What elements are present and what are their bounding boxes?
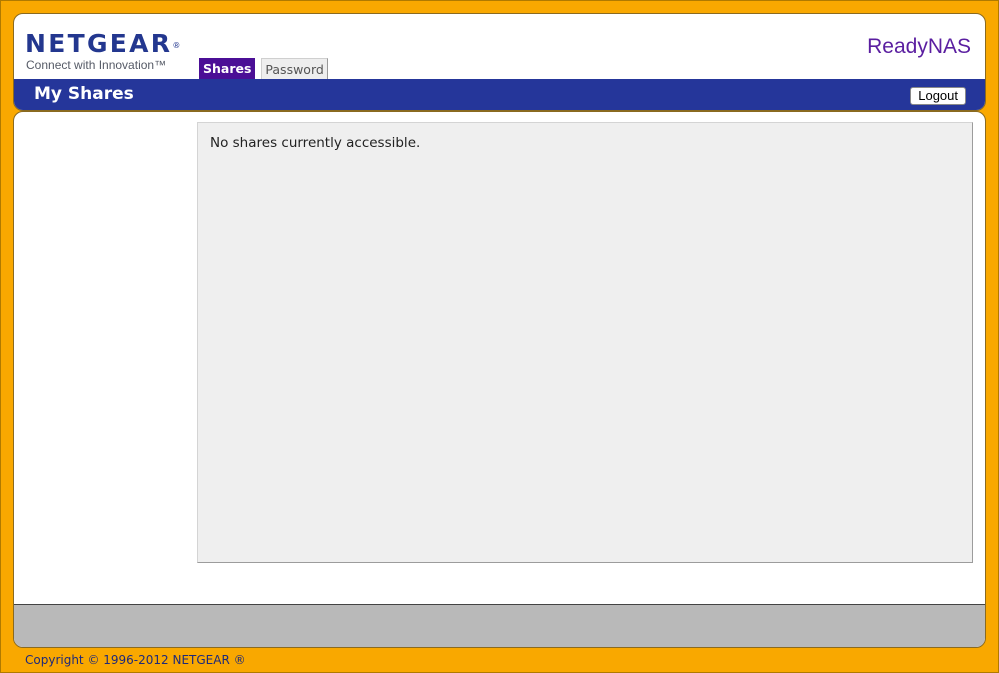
tab-password[interactable]: Password (261, 58, 328, 79)
empty-shares-message: No shares currently accessible. (210, 135, 421, 151)
tab-shares[interactable]: Shares (199, 58, 256, 79)
tab-bar: Shares Password (199, 58, 328, 79)
footer-bar (14, 604, 985, 647)
header: NETGEAR® Connect with Innovation™ Shares… (13, 13, 986, 111)
logout-button[interactable]: Logout (910, 87, 966, 105)
page-title: My Shares (34, 84, 134, 104)
logo-wordmark: NETGEAR (25, 29, 173, 58)
logo-registered-mark: ® (172, 41, 181, 50)
copyright-text: Copyright © 1996-2012 NETGEAR ® (25, 653, 246, 667)
main-content-area: No shares currently accessible. (13, 111, 986, 648)
logo-tagline: Connect with Innovation™ (26, 58, 167, 72)
product-name: ReadyNAS (867, 35, 971, 58)
netgear-logo: NETGEAR® Connect with Innovation™ (25, 29, 181, 73)
shares-panel: No shares currently accessible. (197, 122, 973, 563)
title-bar: My Shares Logout (14, 79, 985, 110)
